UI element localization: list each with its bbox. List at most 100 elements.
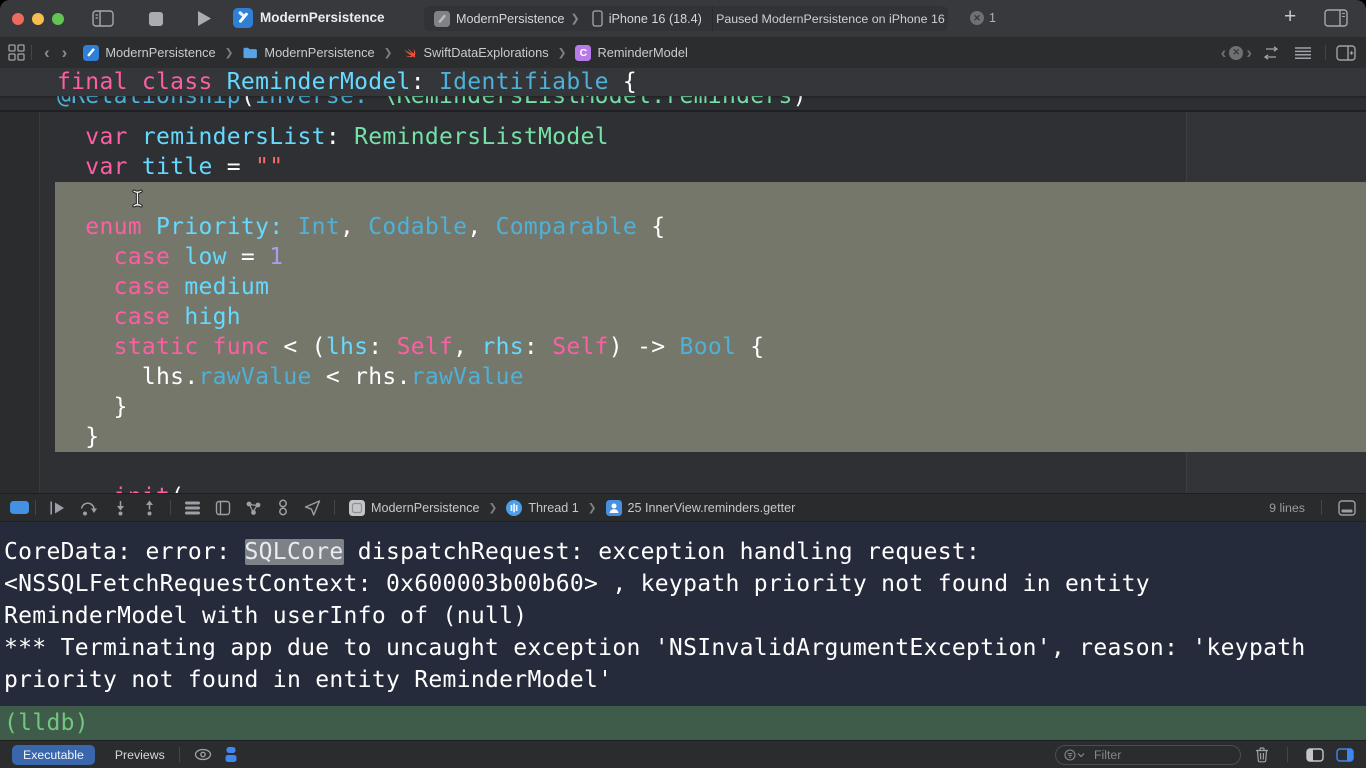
jump-bar: ‹ › ModernPersistence ❯ ModernPersistenc… [0, 37, 1366, 69]
chevron-right-icon: ❯ [587, 501, 597, 514]
divider [334, 500, 335, 515]
variables-view-toggle[interactable] [224, 746, 238, 763]
adjust-editor-options-button[interactable] [1294, 46, 1312, 60]
toggle-right-inspector-button[interactable] [1324, 9, 1348, 27]
title-bar: ModernPersistence ModernPersistence ❯ iP… [0, 0, 1366, 38]
tab-executable[interactable]: Executable [12, 744, 95, 765]
sticky-scope-header[interactable]: final class ReminderModel: Identifiable … [0, 68, 1366, 96]
stop-button[interactable] [149, 12, 163, 26]
debug-area-bottom-bar: Executable Previews [0, 740, 1366, 768]
code-line[interactable]: case low = 1 [0, 242, 1366, 272]
toggle-console-button[interactable] [1338, 499, 1356, 516]
code-line[interactable]: } [0, 392, 1366, 422]
code-review-button[interactable] [1262, 45, 1280, 60]
divider [1321, 500, 1322, 515]
continue-execution-button[interactable] [49, 500, 66, 516]
object-graph-button[interactable] [245, 500, 262, 516]
scheme-status-group: ModernPersistence ❯ iPhone 16 (18.4) Pau… [424, 6, 948, 31]
debug-breadcrumb: ModernPersistence ❯ Thread 1 ❯ 25 InnerV… [349, 499, 796, 516]
close-window-button[interactable] [12, 13, 24, 25]
breadcrumb: ModernPersistence ❯ ModernPersistence ❯ … [83, 44, 688, 61]
code-line[interactable] [0, 452, 1366, 482]
code-line[interactable]: case medium [0, 272, 1366, 302]
run-button[interactable] [197, 10, 212, 27]
code-line[interactable]: static func < (lhs: Self, rhs: Self) -> … [0, 332, 1366, 362]
code-line[interactable]: lhs.rawValue < rhs.rawValue [0, 362, 1366, 392]
filter-icon [1064, 748, 1085, 761]
text-cursor-icon [131, 189, 144, 208]
previous-issue-button[interactable]: ‹ [1218, 44, 1230, 61]
lldb-prompt: (lldb) [4, 710, 89, 736]
divider [1325, 45, 1326, 60]
xcode-window: ModernPersistence ModernPersistence ❯ iP… [0, 0, 1366, 768]
zoom-window-button[interactable] [52, 13, 64, 25]
debug-console[interactable]: CoreData: error: SQLCore dispatchRequest… [0, 522, 1366, 740]
console-line: <NSSQLFetchRequestContext: 0x600003b00b6… [4, 571, 1150, 597]
step-over-button[interactable] [80, 500, 99, 516]
debug-bar: ModernPersistence ❯ Thread 1 ❯ 25 InnerV… [0, 493, 1366, 522]
step-out-button[interactable] [142, 500, 157, 516]
breadcrumb-item[interactable]: ReminderModel [597, 45, 687, 60]
clipped-code-line[interactable]: @Relationship(inverse: \RemindersListMod… [0, 96, 1366, 110]
step-into-button[interactable] [113, 500, 128, 516]
toggle-console-pane-button[interactable] [1336, 747, 1354, 762]
breadcrumb-item[interactable]: ModernPersistence [105, 45, 215, 60]
chevron-right-icon: ❯ [488, 501, 498, 514]
environment-overrides-button[interactable] [276, 499, 290, 516]
divider [31, 45, 32, 60]
app-icon [349, 499, 365, 516]
toggle-variables-pane-button[interactable] [1306, 747, 1324, 762]
go-forward-button[interactable]: › [56, 44, 74, 61]
console-filter-field[interactable] [1055, 744, 1241, 765]
trash-icon[interactable] [1255, 746, 1269, 763]
related-items-button[interactable] [8, 44, 25, 61]
go-back-button[interactable]: ‹ [38, 44, 56, 61]
lldb-prompt-row[interactable]: (lldb) [0, 706, 1366, 740]
code-line[interactable]: init( [0, 482, 1366, 493]
project-app-icon [233, 8, 253, 28]
window-title: ModernPersistence [260, 10, 385, 25]
console-line-count: 9 lines [1269, 500, 1305, 515]
code-lines[interactable]: var remindersList: RemindersListModel va… [0, 122, 1366, 493]
project-icon [83, 44, 100, 61]
error-indicator[interactable]: ✕ 1 [970, 11, 996, 25]
chevron-right-icon: ❯ [557, 46, 567, 59]
scheme-app-icon [434, 10, 450, 27]
debug-view-hierarchy-button[interactable] [184, 500, 201, 516]
add-editor-button[interactable] [1336, 44, 1356, 61]
code-line[interactable] [0, 182, 1366, 212]
minimize-window-button[interactable] [32, 13, 44, 25]
eye-icon[interactable] [194, 748, 212, 761]
code-line[interactable]: case high [0, 302, 1366, 332]
scheme-selector[interactable]: ModernPersistence ❯ [424, 6, 590, 31]
divider [35, 500, 36, 515]
chevron-right-icon: ❯ [383, 46, 393, 59]
breakpoints-toggle-button[interactable] [10, 501, 29, 514]
swift-file-icon [404, 47, 416, 58]
breadcrumb-item[interactable]: ModernPersistence [264, 45, 374, 60]
debug-crumb-process[interactable]: ModernPersistence [371, 501, 480, 515]
debug-crumb-thread[interactable]: Thread 1 [528, 501, 578, 515]
divider [1287, 747, 1288, 762]
new-tab-button[interactable]: + [1284, 5, 1296, 29]
filter-input[interactable] [1092, 746, 1206, 763]
code-line[interactable]: var remindersList: RemindersListModel [0, 122, 1366, 152]
tab-previews[interactable]: Previews [115, 748, 165, 762]
console-line: *** Terminating app due to uncaught exce… [4, 635, 1306, 661]
code-line[interactable]: var title = "" [0, 152, 1366, 182]
debug-crumb-frame[interactable]: 25 InnerView.reminders.getter [628, 501, 796, 515]
debug-memory-graph-button[interactable] [215, 500, 231, 516]
activity-status[interactable]: Paused ModernPersistence on iPhone 16 [711, 6, 948, 31]
code-line[interactable]: } [0, 422, 1366, 452]
simulate-location-button[interactable] [304, 499, 321, 516]
source-editor[interactable]: final class ReminderModel: Identifiable … [0, 68, 1366, 493]
code-line[interactable]: enum Priority: Int, Codable, Comparable … [0, 212, 1366, 242]
run-destination-selector[interactable]: iPhone 16 (18.4) [590, 6, 712, 31]
divider [170, 500, 171, 515]
breadcrumb-item[interactable]: SwiftDataExplorations [423, 45, 548, 60]
next-issue-button[interactable]: › [1243, 44, 1255, 61]
issue-badge-icon[interactable]: ✕ [1229, 45, 1244, 60]
console-line: ReminderModel with userInfo of (null) [4, 603, 528, 629]
toggle-left-sidebar-button[interactable] [92, 10, 114, 27]
thread-icon [506, 499, 523, 516]
